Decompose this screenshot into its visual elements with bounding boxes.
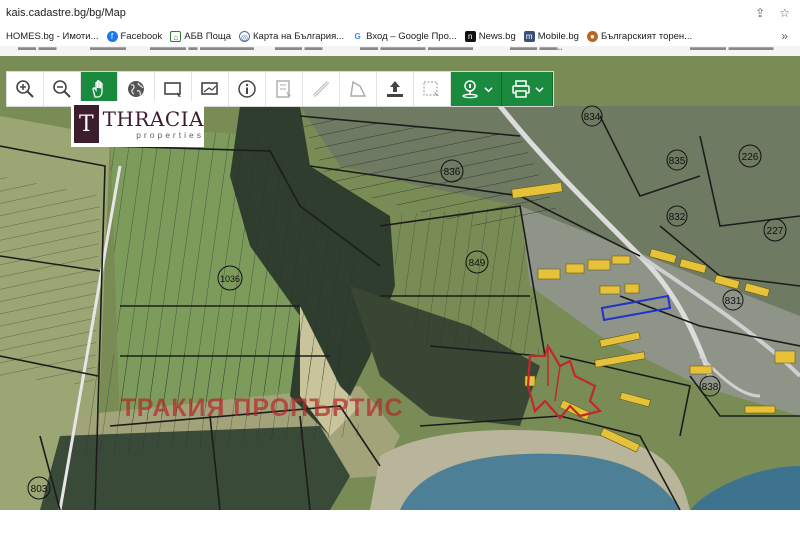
parcel-number: 832 xyxy=(669,212,686,223)
bookmark-label: АБВ Поща xyxy=(184,30,231,42)
parcel-number: 836 xyxy=(444,167,461,178)
location-icon xyxy=(461,80,478,99)
share-icon[interactable]: ⇪ xyxy=(755,6,765,20)
parcel-number: 834 xyxy=(584,112,601,123)
info-button[interactable] xyxy=(229,72,266,106)
clear-selection-button[interactable] xyxy=(414,72,451,106)
bookmark-label: News.bg xyxy=(478,30,516,42)
mobile-icon: m xyxy=(523,30,535,42)
bookmark-label: Българският торен... xyxy=(600,30,693,42)
browser-window: kais.cadastre.bg/bg/Map ⇪ ☆ HOMES.bg - И… xyxy=(0,0,800,533)
google-icon: G xyxy=(352,30,364,42)
site-nav-cropped: ▬▬ ▬▬ ▬▬▬▬ ▬▬▬▬ ▬ ▬▬▬▬▬▬ ▬▬▬ ▬▬ ▬▬ ▬▬▬▬▬… xyxy=(0,46,800,56)
measure-line-button[interactable] xyxy=(303,72,340,106)
parcel-number: 838 xyxy=(702,382,719,393)
parcel-number: 226 xyxy=(742,152,759,163)
print-dropdown-button[interactable] xyxy=(502,72,553,106)
location-dropdown-button[interactable] xyxy=(451,72,502,106)
address-bar-actions: ⇪ ☆ xyxy=(755,6,790,20)
company-logo: T THRACIA properties xyxy=(71,101,204,147)
bookmark-favicon-icon: ● xyxy=(586,30,598,42)
bookmark-map[interactable]: ◎ Карта на България... xyxy=(239,30,345,42)
globe-icon xyxy=(128,81,144,97)
parcel-number: 849 xyxy=(469,258,486,269)
url-text[interactable]: kais.cadastre.bg/bg/Map xyxy=(6,7,126,19)
info-icon xyxy=(238,80,256,98)
logo-brand: THRACIA xyxy=(102,107,204,131)
print-icon xyxy=(511,80,530,98)
more-bookmarks-icon[interactable]: » xyxy=(781,29,788,43)
bookmark-label: HOMES.bg - Имоти... xyxy=(6,30,99,42)
news-icon: n xyxy=(464,30,476,42)
bookmark-abv[interactable]: ⌂ АБВ Поща xyxy=(170,30,231,42)
logo-words: THRACIA properties xyxy=(103,108,204,140)
home-icon: ⌂ xyxy=(170,30,182,42)
bookmark-label: Вход – Google Про... xyxy=(366,30,457,42)
ruler-icon xyxy=(312,80,330,98)
chevron-down-icon xyxy=(483,86,493,92)
bookmark-label: Facebook xyxy=(120,30,163,42)
zoom-in-icon xyxy=(16,80,34,98)
clear-selection-icon xyxy=(423,81,439,96)
map-icon: ◎ xyxy=(239,30,250,42)
bookmark-news[interactable]: n News.bg xyxy=(464,30,516,42)
zoom-in-button[interactable] xyxy=(7,72,44,106)
bookmark-google[interactable]: G Вход – Google Про... xyxy=(352,30,457,42)
watermark-text: ТРАКИЯ ПРОПЪРТИС xyxy=(120,394,403,422)
chevron-down-icon xyxy=(534,86,544,92)
layers-button[interactable] xyxy=(266,72,303,106)
bookmark-star-icon[interactable]: ☆ xyxy=(779,6,790,20)
bookmark-homes[interactable]: HOMES.bg - Имоти... xyxy=(6,31,99,42)
hand-icon xyxy=(92,80,103,98)
bookmark-mobile[interactable]: m Mobile.bg xyxy=(523,30,579,42)
rectangle-icon xyxy=(164,82,181,97)
parcel-number: 803 xyxy=(31,484,48,495)
polygon-icon xyxy=(350,80,367,97)
parcel-number: 835 xyxy=(669,156,686,167)
upload-button[interactable] xyxy=(377,72,414,106)
bookmark-facebook[interactable]: f Facebook xyxy=(106,30,163,42)
parcel-number: 831 xyxy=(725,296,742,307)
bookmark-label: Карта на България... xyxy=(253,30,345,42)
bookmark-bulgarian[interactable]: ● Българският торен... xyxy=(586,30,693,42)
bookmarks-bar: HOMES.bg - Имоти... f Facebook ⌂ АБВ Поща … xyxy=(0,26,800,46)
area-select-icon xyxy=(201,82,218,95)
measure-area-button[interactable] xyxy=(340,72,377,106)
parcel-number: 1036 xyxy=(220,274,240,284)
facebook-icon: f xyxy=(106,30,118,42)
upload-icon xyxy=(387,81,403,97)
page-footer-strip xyxy=(0,510,800,533)
layers-icon xyxy=(276,80,291,98)
address-bar[interactable]: kais.cadastre.bg/bg/Map ⇪ ☆ xyxy=(0,0,800,26)
zoom-out-icon xyxy=(53,80,71,98)
bookmark-label: Mobile.bg xyxy=(537,30,579,42)
logo-mark: T xyxy=(74,105,99,143)
parcel-number: 227 xyxy=(767,226,784,237)
parcel-lines xyxy=(0,176,100,386)
logo-subtitle: properties xyxy=(136,130,204,140)
